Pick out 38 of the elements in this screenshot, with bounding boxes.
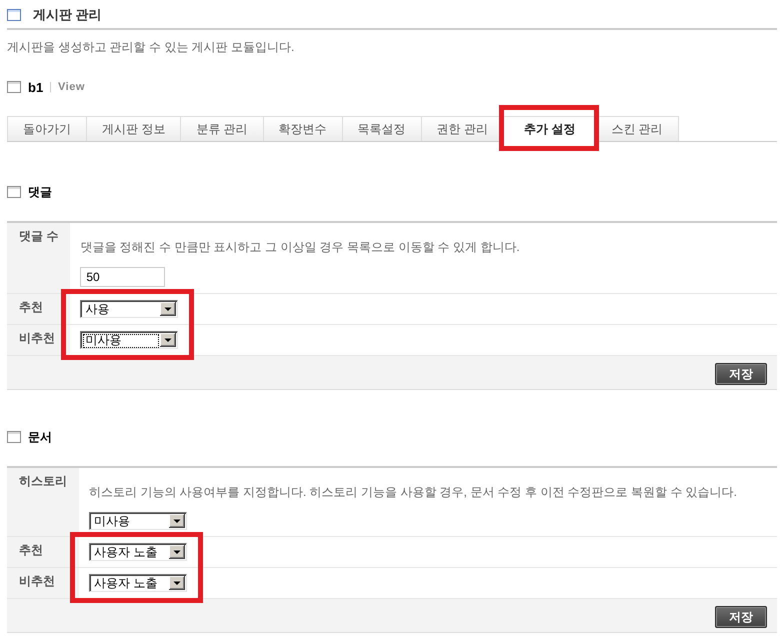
tab[interactable]: 목록설정 <box>342 116 422 141</box>
field-label: 비추천 <box>19 574 55 588</box>
section-title: 댓글 <box>28 185 52 199</box>
input-field[interactable]: 50 <box>80 267 166 287</box>
tab[interactable]: 추가 설정 <box>503 116 596 142</box>
save-button[interactable]: 저장 <box>715 363 767 385</box>
field-description: 히스토리 기능의 사용여부를 지정합니다. 히스토리 기능을 사용할 경우, 문서 수정 후 이전 수정판으로 복원할 수 있습니다. <box>89 485 738 499</box>
dropdown[interactable]: 사용 <box>80 300 178 318</box>
window-icon <box>7 81 21 93</box>
dropdown[interactable]: 미사용 <box>80 331 178 349</box>
dropdown[interactable]: 미사용 <box>89 512 187 530</box>
separator: | <box>49 81 52 93</box>
window-icon <box>7 186 21 198</box>
caret-down-icon <box>169 576 185 590</box>
tab[interactable]: 확장변수 <box>262 116 343 141</box>
field-description: 댓글을 정해진 수 만큼만 표시하고 그 이상일 경우 목록으로 이동할 수 있게 합니다. <box>80 240 521 254</box>
field-label: 비추천 <box>19 331 55 345</box>
field-label: 추천 <box>19 543 43 557</box>
caret-down-icon <box>160 302 176 316</box>
field-label: 히스토리 <box>19 474 67 488</box>
field-label: 댓글 수 <box>19 229 58 243</box>
dropdown[interactable]: 사용자 노출 <box>89 543 187 561</box>
caret-down-icon <box>169 514 185 528</box>
dropdown[interactable]: 사용자 노출 <box>89 574 187 592</box>
window-icon <box>7 9 21 21</box>
window-icon <box>7 431 21 443</box>
save-button[interactable]: 저장 <box>715 606 767 628</box>
tab[interactable]: 게시판 정보 <box>86 116 182 141</box>
module-name: b1 <box>28 80 44 94</box>
caret-down-icon <box>160 333 176 347</box>
view-label: View <box>58 81 85 93</box>
page-title: 게시판 관리 <box>33 8 102 22</box>
tab[interactable]: 돌아가기 <box>7 116 87 141</box>
tab[interactable]: 분류 관리 <box>180 116 264 141</box>
field-label: 추천 <box>19 300 43 314</box>
page-description: 게시판을 생성하고 관리할 수 있는 게시판 모듈입니다. <box>7 40 296 54</box>
section-title: 문서 <box>28 430 52 444</box>
caret-down-icon <box>169 545 185 559</box>
